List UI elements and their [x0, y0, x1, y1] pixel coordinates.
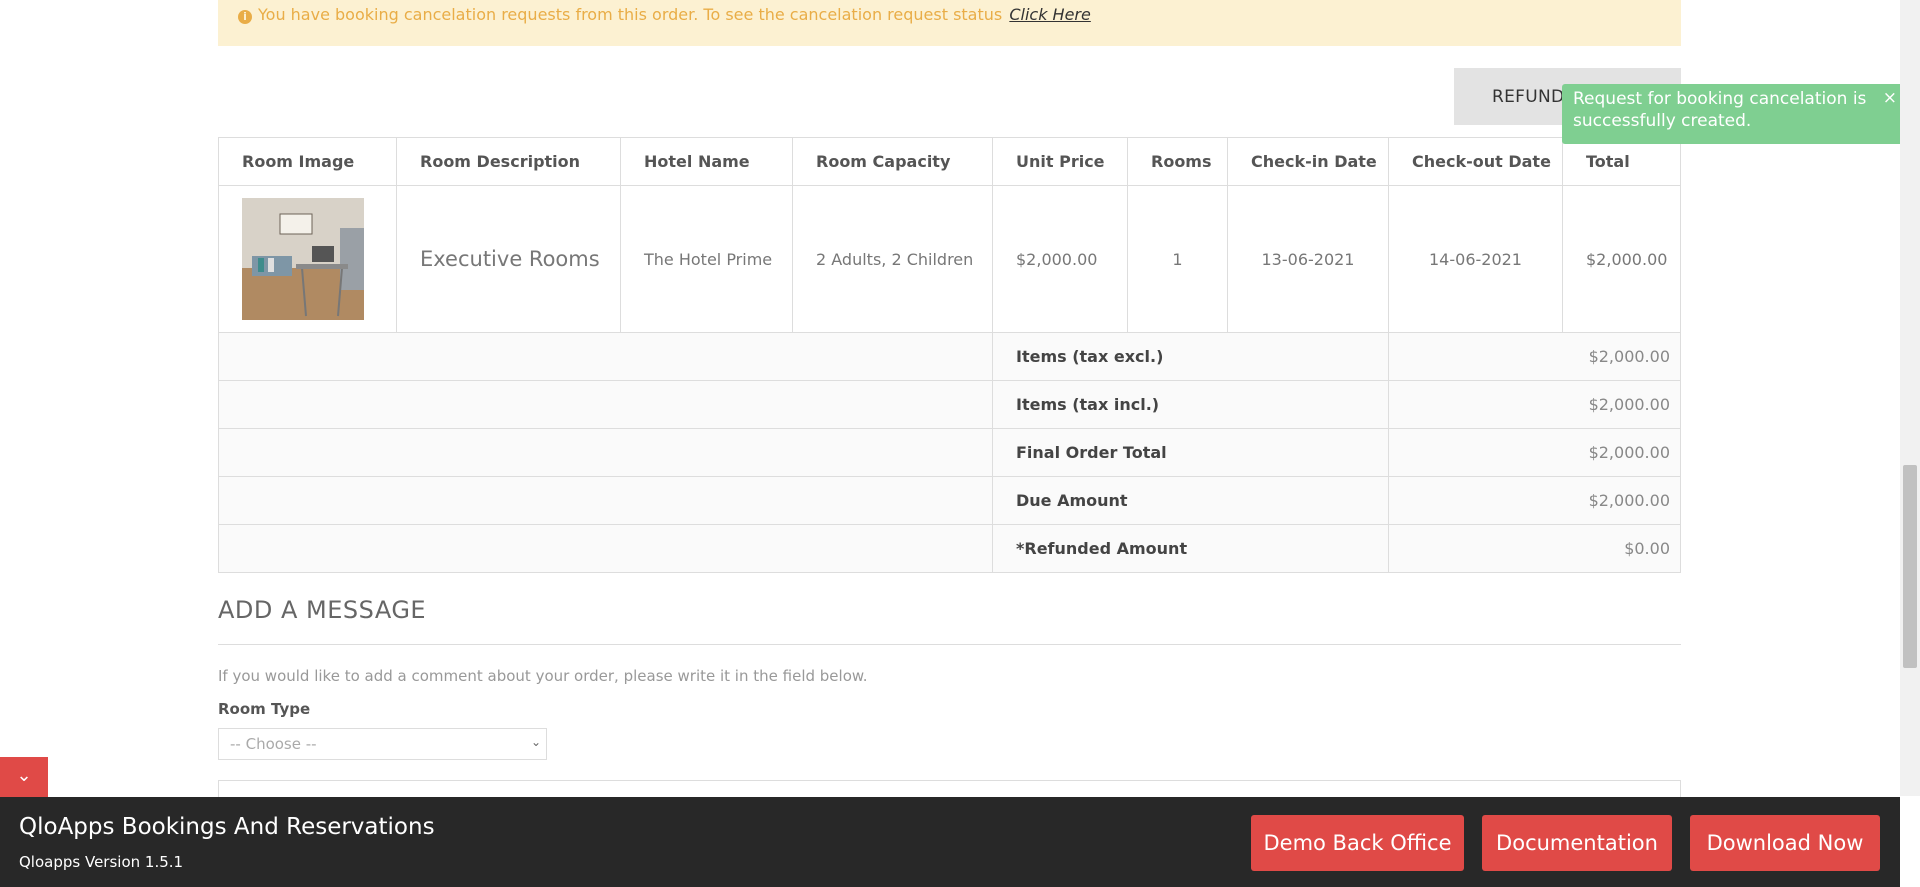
col-check-in: Check-in Date — [1227, 137, 1389, 186]
table-row: Executive Rooms The Hotel Prime 2 Adults… — [218, 185, 1681, 333]
alert-message: You have booking cancelation requests fr… — [258, 5, 1003, 24]
collapse-bar-button[interactable]: ⌄ — [0, 757, 48, 797]
hotel-name: The Hotel Prime — [620, 185, 793, 333]
table-header-row: Room Image Room Description Hotel Name R… — [218, 137, 1681, 186]
totals-label: Items (tax excl.) — [992, 332, 1389, 381]
col-check-out: Check-out Date — [1388, 137, 1563, 186]
documentation-button[interactable]: Documentation — [1482, 815, 1672, 871]
totals-row: *Refunded Amount $0.00 — [218, 524, 1681, 573]
room-capacity: 2 Adults, 2 Children — [792, 185, 993, 333]
demo-back-office-button[interactable]: Demo Back Office — [1251, 815, 1464, 871]
col-rooms: Rooms — [1127, 137, 1228, 186]
col-hotel-name: Hotel Name — [620, 137, 793, 186]
totals-value: $2,000.00 — [1388, 332, 1681, 381]
cancelation-alert: i You have booking cancelation requests f… — [218, 0, 1681, 46]
totals-label: *Refunded Amount — [992, 524, 1389, 573]
totals-label: Items (tax incl.) — [992, 380, 1389, 429]
page-scrollbar[interactable] — [1900, 0, 1920, 796]
col-room-capacity: Room Capacity — [792, 137, 993, 186]
divider — [218, 644, 1681, 645]
toast-message: Request for booking cancelation is succe… — [1573, 89, 1867, 131]
totals-row: Items (tax incl.) $2,000.00 — [218, 380, 1681, 429]
close-icon[interactable]: × — [1883, 87, 1897, 109]
check-in-date: 13-06-2021 — [1227, 185, 1389, 333]
room-type-selected: -- Choose -- — [230, 735, 317, 753]
unit-price: $2,000.00 — [992, 185, 1128, 333]
totals-value: $0.00 — [1388, 524, 1681, 573]
rooms-count: 1 — [1127, 185, 1228, 333]
totals-value: $2,000.00 — [1388, 380, 1681, 429]
totals-row: Items (tax excl.) $2,000.00 — [218, 332, 1681, 381]
demo-bottom-bar: QloApps Bookings And Reservations Qloapp… — [0, 797, 1900, 887]
chevron-down-icon: ⌄ — [16, 765, 32, 786]
bottom-bar-title: QloApps Bookings And Reservations — [19, 814, 435, 840]
room-type-label: Room Type — [218, 700, 311, 718]
add-message-title: ADD A MESSAGE — [218, 596, 427, 624]
totals-row: Final Order Total $2,000.00 — [218, 428, 1681, 477]
order-table: Room Image Room Description Hotel Name R… — [218, 137, 1681, 573]
chevron-down-icon: ⌄ — [530, 735, 541, 749]
totals-value: $2,000.00 — [1388, 428, 1681, 477]
totals-row: Due Amount $2,000.00 — [218, 476, 1681, 525]
room-image[interactable] — [242, 198, 364, 320]
col-total: Total — [1562, 137, 1681, 186]
totals-value: $2,000.00 — [1388, 476, 1681, 525]
scrollbar-thumb[interactable] — [1903, 465, 1917, 668]
info-circle-icon: i — [238, 10, 252, 24]
click-here-link[interactable]: Click Here — [1009, 5, 1091, 24]
room-image-cell — [218, 185, 397, 333]
download-now-button[interactable]: Download Now — [1690, 815, 1880, 871]
row-total: $2,000.00 — [1562, 185, 1681, 333]
bottom-bar-version: Qloapps Version 1.5.1 — [19, 853, 184, 871]
totals-label: Final Order Total — [992, 428, 1389, 477]
col-unit-price: Unit Price — [992, 137, 1128, 186]
check-out-date: 14-06-2021 — [1388, 185, 1563, 333]
col-room-description: Room Description — [396, 137, 621, 186]
room-description: Executive Rooms — [396, 185, 621, 333]
message-hint: If you would like to add a comment about… — [218, 667, 868, 685]
success-toast: Request for booking cancelation is succe… — [1562, 84, 1910, 144]
room-type-select[interactable]: -- Choose -- ⌄ — [218, 728, 547, 760]
col-room-image: Room Image — [218, 137, 397, 186]
totals-label: Due Amount — [992, 476, 1389, 525]
